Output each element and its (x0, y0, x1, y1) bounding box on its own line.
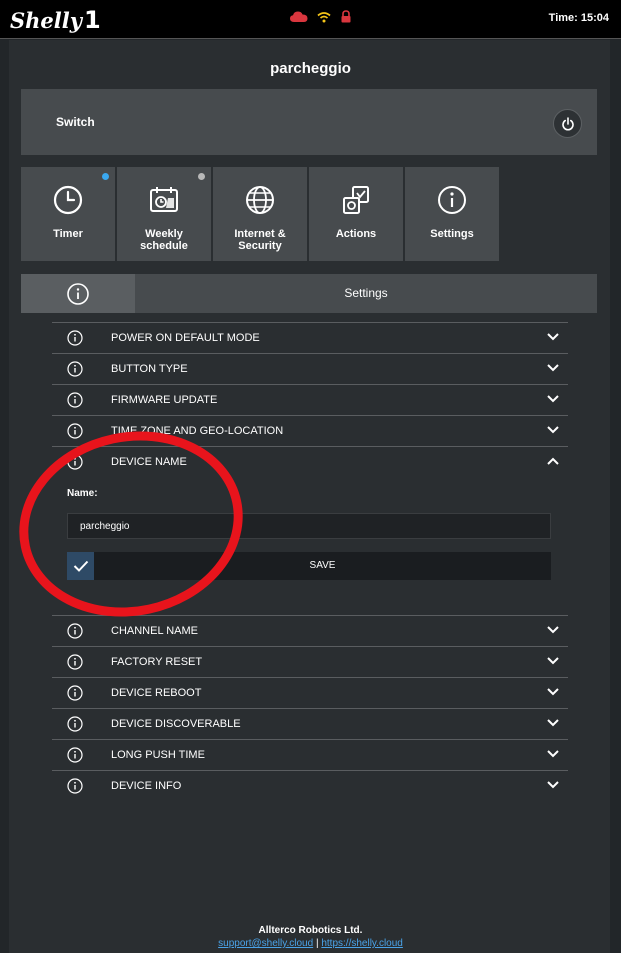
settings-tabbar: Settings (21, 274, 597, 313)
time-label: Time: 15:04 (548, 12, 609, 24)
setting-label: DEVICE DISCOVERABLE (111, 718, 241, 730)
link-separator: | (315, 938, 319, 949)
chevron-down-icon[interactable] (546, 780, 560, 790)
switch-label: Switch (56, 115, 95, 129)
internet-security-label: Internet & Security (234, 228, 286, 252)
setting-label: FIRMWARE UPDATE (111, 394, 218, 406)
actions-tile[interactable]: Actions (309, 167, 403, 261)
tab-info[interactable] (21, 274, 135, 313)
status-icons (290, 10, 352, 23)
setting-label: FACTORY RESET (111, 656, 203, 668)
power-button[interactable] (553, 109, 582, 138)
cloud-icon[interactable] (290, 11, 308, 23)
internet-security-tile[interactable]: Internet & Security (213, 167, 307, 261)
setting-label: DEVICE NAME (111, 456, 187, 468)
setting-row-time-zone[interactable]: TIME ZONE AND GEO-LOCATION (52, 415, 568, 446)
setting-row-firmware-update[interactable]: FIRMWARE UPDATE (52, 384, 568, 415)
setting-row-channel-name[interactable]: CHANNEL NAME (52, 615, 568, 646)
power-icon (561, 116, 574, 131)
setting-row-device-reboot[interactable]: DEVICE REBOOT (52, 677, 568, 708)
chevron-down-icon[interactable] (546, 394, 560, 404)
info-icon (67, 778, 83, 794)
save-row: SAVE (67, 552, 551, 580)
settings-tile[interactable]: Settings (405, 167, 499, 261)
chevron-down-icon[interactable] (546, 687, 560, 697)
info-icon (67, 330, 83, 346)
chevron-down-icon[interactable] (546, 625, 560, 635)
setting-row-device-discoverable[interactable]: DEVICE DISCOVERABLE (52, 708, 568, 739)
setting-row-long-push-time[interactable]: LONG PUSH TIME (52, 739, 568, 770)
save-button[interactable]: SAVE (94, 552, 551, 580)
lock-icon[interactable] (340, 10, 352, 23)
info-icon (67, 654, 83, 670)
info-icon (67, 623, 83, 639)
setting-label: DEVICE INFO (111, 780, 182, 792)
chevron-down-icon[interactable] (546, 363, 560, 373)
setting-row-power-on-default-mode[interactable]: POWER ON DEFAULT MODE (52, 322, 568, 353)
chevron-down-icon[interactable] (546, 718, 560, 728)
feature-tiles: Timer Weekly schedule Internet & Securit… (21, 167, 501, 261)
setting-label: BUTTON TYPE (111, 363, 188, 375)
calendar-icon (150, 187, 178, 212)
timer-status-dot (102, 173, 109, 180)
info-icon (67, 361, 83, 377)
actions-label: Actions (335, 228, 377, 240)
setting-row-device-name[interactable]: DEVICE NAME (52, 446, 568, 477)
device-title: parcheggio (270, 60, 351, 77)
name-field-label: Name: (67, 488, 98, 499)
clock-icon (53, 185, 83, 215)
top-bar: Shelly 1 Time: 15:04 (0, 0, 621, 39)
logo-suffix: 1 (83, 6, 101, 34)
info-icon (67, 392, 83, 408)
setting-label: TIME ZONE AND GEO-LOCATION (111, 425, 284, 437)
checkmark-icon (73, 560, 88, 572)
info-icon (67, 454, 83, 470)
globe-icon (246, 186, 274, 214)
timer-label: Timer (53, 228, 83, 240)
setting-label: POWER ON DEFAULT MODE (111, 332, 260, 344)
timer-tile[interactable]: Timer (21, 167, 115, 261)
website-link[interactable]: https://shelly.cloud (321, 938, 403, 949)
wifi-icon[interactable] (317, 11, 331, 23)
footer: Allterco Robotics Ltd. support@shelly.cl… (0, 924, 621, 950)
info-icon (67, 282, 89, 305)
shelly-logo: Shelly 1 (10, 5, 101, 35)
weekly-schedule-status-dot (198, 173, 205, 180)
chevron-down-icon[interactable] (546, 656, 560, 666)
device-name-input[interactable] (67, 513, 551, 539)
switch-card[interactable]: Switch (21, 89, 597, 155)
weekly-schedule-label: Weekly schedule (140, 228, 188, 252)
setting-label: CHANNEL NAME (111, 625, 198, 637)
info-icon (67, 423, 83, 439)
chevron-down-icon[interactable] (546, 425, 560, 435)
setting-label: LONG PUSH TIME (111, 749, 205, 761)
info-icon (438, 186, 466, 214)
setting-label: DEVICE REBOOT (111, 687, 202, 699)
chevron-up-icon[interactable] (546, 456, 560, 466)
device-name-panel: Name: SAVE (52, 477, 568, 615)
company-name: Allterco Robotics Ltd. (258, 925, 363, 936)
info-icon (67, 716, 83, 732)
setting-row-button-type[interactable]: BUTTON TYPE (52, 353, 568, 384)
settings-list: POWER ON DEFAULT MODE BUTTON TYPE FIRMWA… (52, 322, 568, 801)
footer-links: support@shelly.cloud | https://shelly.cl… (0, 937, 621, 950)
tab-settings[interactable]: Settings (135, 274, 597, 313)
save-checkbox[interactable] (67, 552, 94, 580)
weekly-schedule-tile[interactable]: Weekly schedule (117, 167, 211, 261)
logo-text: Shelly (10, 7, 82, 33)
setting-row-device-info[interactable]: DEVICE INFO (52, 770, 568, 801)
chevron-down-icon[interactable] (546, 332, 560, 342)
support-email-link[interactable]: support@shelly.cloud (218, 938, 313, 949)
actions-icon (343, 186, 369, 214)
setting-row-factory-reset[interactable]: FACTORY RESET (52, 646, 568, 677)
settings-tile-label: Settings (430, 228, 474, 240)
info-icon (67, 747, 83, 763)
info-icon (67, 685, 83, 701)
chevron-down-icon[interactable] (546, 749, 560, 759)
